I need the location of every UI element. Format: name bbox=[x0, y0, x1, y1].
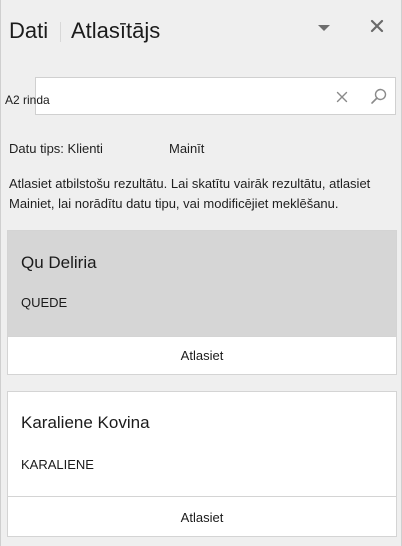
result-card-body[interactable]: Qu Deliria QUEDE bbox=[8, 231, 396, 336]
result-card[interactable]: Karaliene Kovina KARALIENE Atlasiet bbox=[7, 391, 397, 537]
result-code: KARALIENE bbox=[21, 457, 94, 472]
close-icon[interactable] bbox=[367, 16, 387, 36]
search-input-value[interactable]: A2 rinda bbox=[5, 93, 50, 107]
tab-data[interactable]: Dati bbox=[9, 18, 48, 44]
result-name: Karaliene Kovina bbox=[21, 413, 150, 432]
tab-selector[interactable]: Atlasītājs bbox=[71, 18, 160, 44]
search-icon[interactable] bbox=[369, 86, 389, 106]
result-card-body[interactable]: Karaliene Kovina KARALIENE bbox=[8, 392, 396, 497]
result-card[interactable]: Qu Deliria QUEDE Atlasiet bbox=[7, 230, 397, 375]
pane-header: Dati Atlasītājs bbox=[1, 0, 401, 62]
select-button[interactable]: Atlasiet bbox=[8, 498, 396, 536]
clear-icon[interactable] bbox=[334, 89, 350, 105]
instructions-text: Atlasiet atbilstošu rezultātu. Lai skatī… bbox=[9, 176, 371, 211]
change-data-type-link[interactable]: Mainīt bbox=[169, 141, 204, 156]
result-name: Qu Deliria bbox=[21, 253, 97, 272]
select-button[interactable]: Atlasiet bbox=[8, 336, 396, 374]
data-type-label: Datu tips: Klienti bbox=[9, 141, 103, 156]
tab-separator bbox=[60, 22, 61, 42]
data-selector-pane: Dati Atlasītājs A2 rinda Datu tips: Klie… bbox=[0, 0, 402, 546]
chevron-down-icon[interactable] bbox=[315, 20, 333, 36]
result-code: QUEDE bbox=[21, 295, 68, 310]
